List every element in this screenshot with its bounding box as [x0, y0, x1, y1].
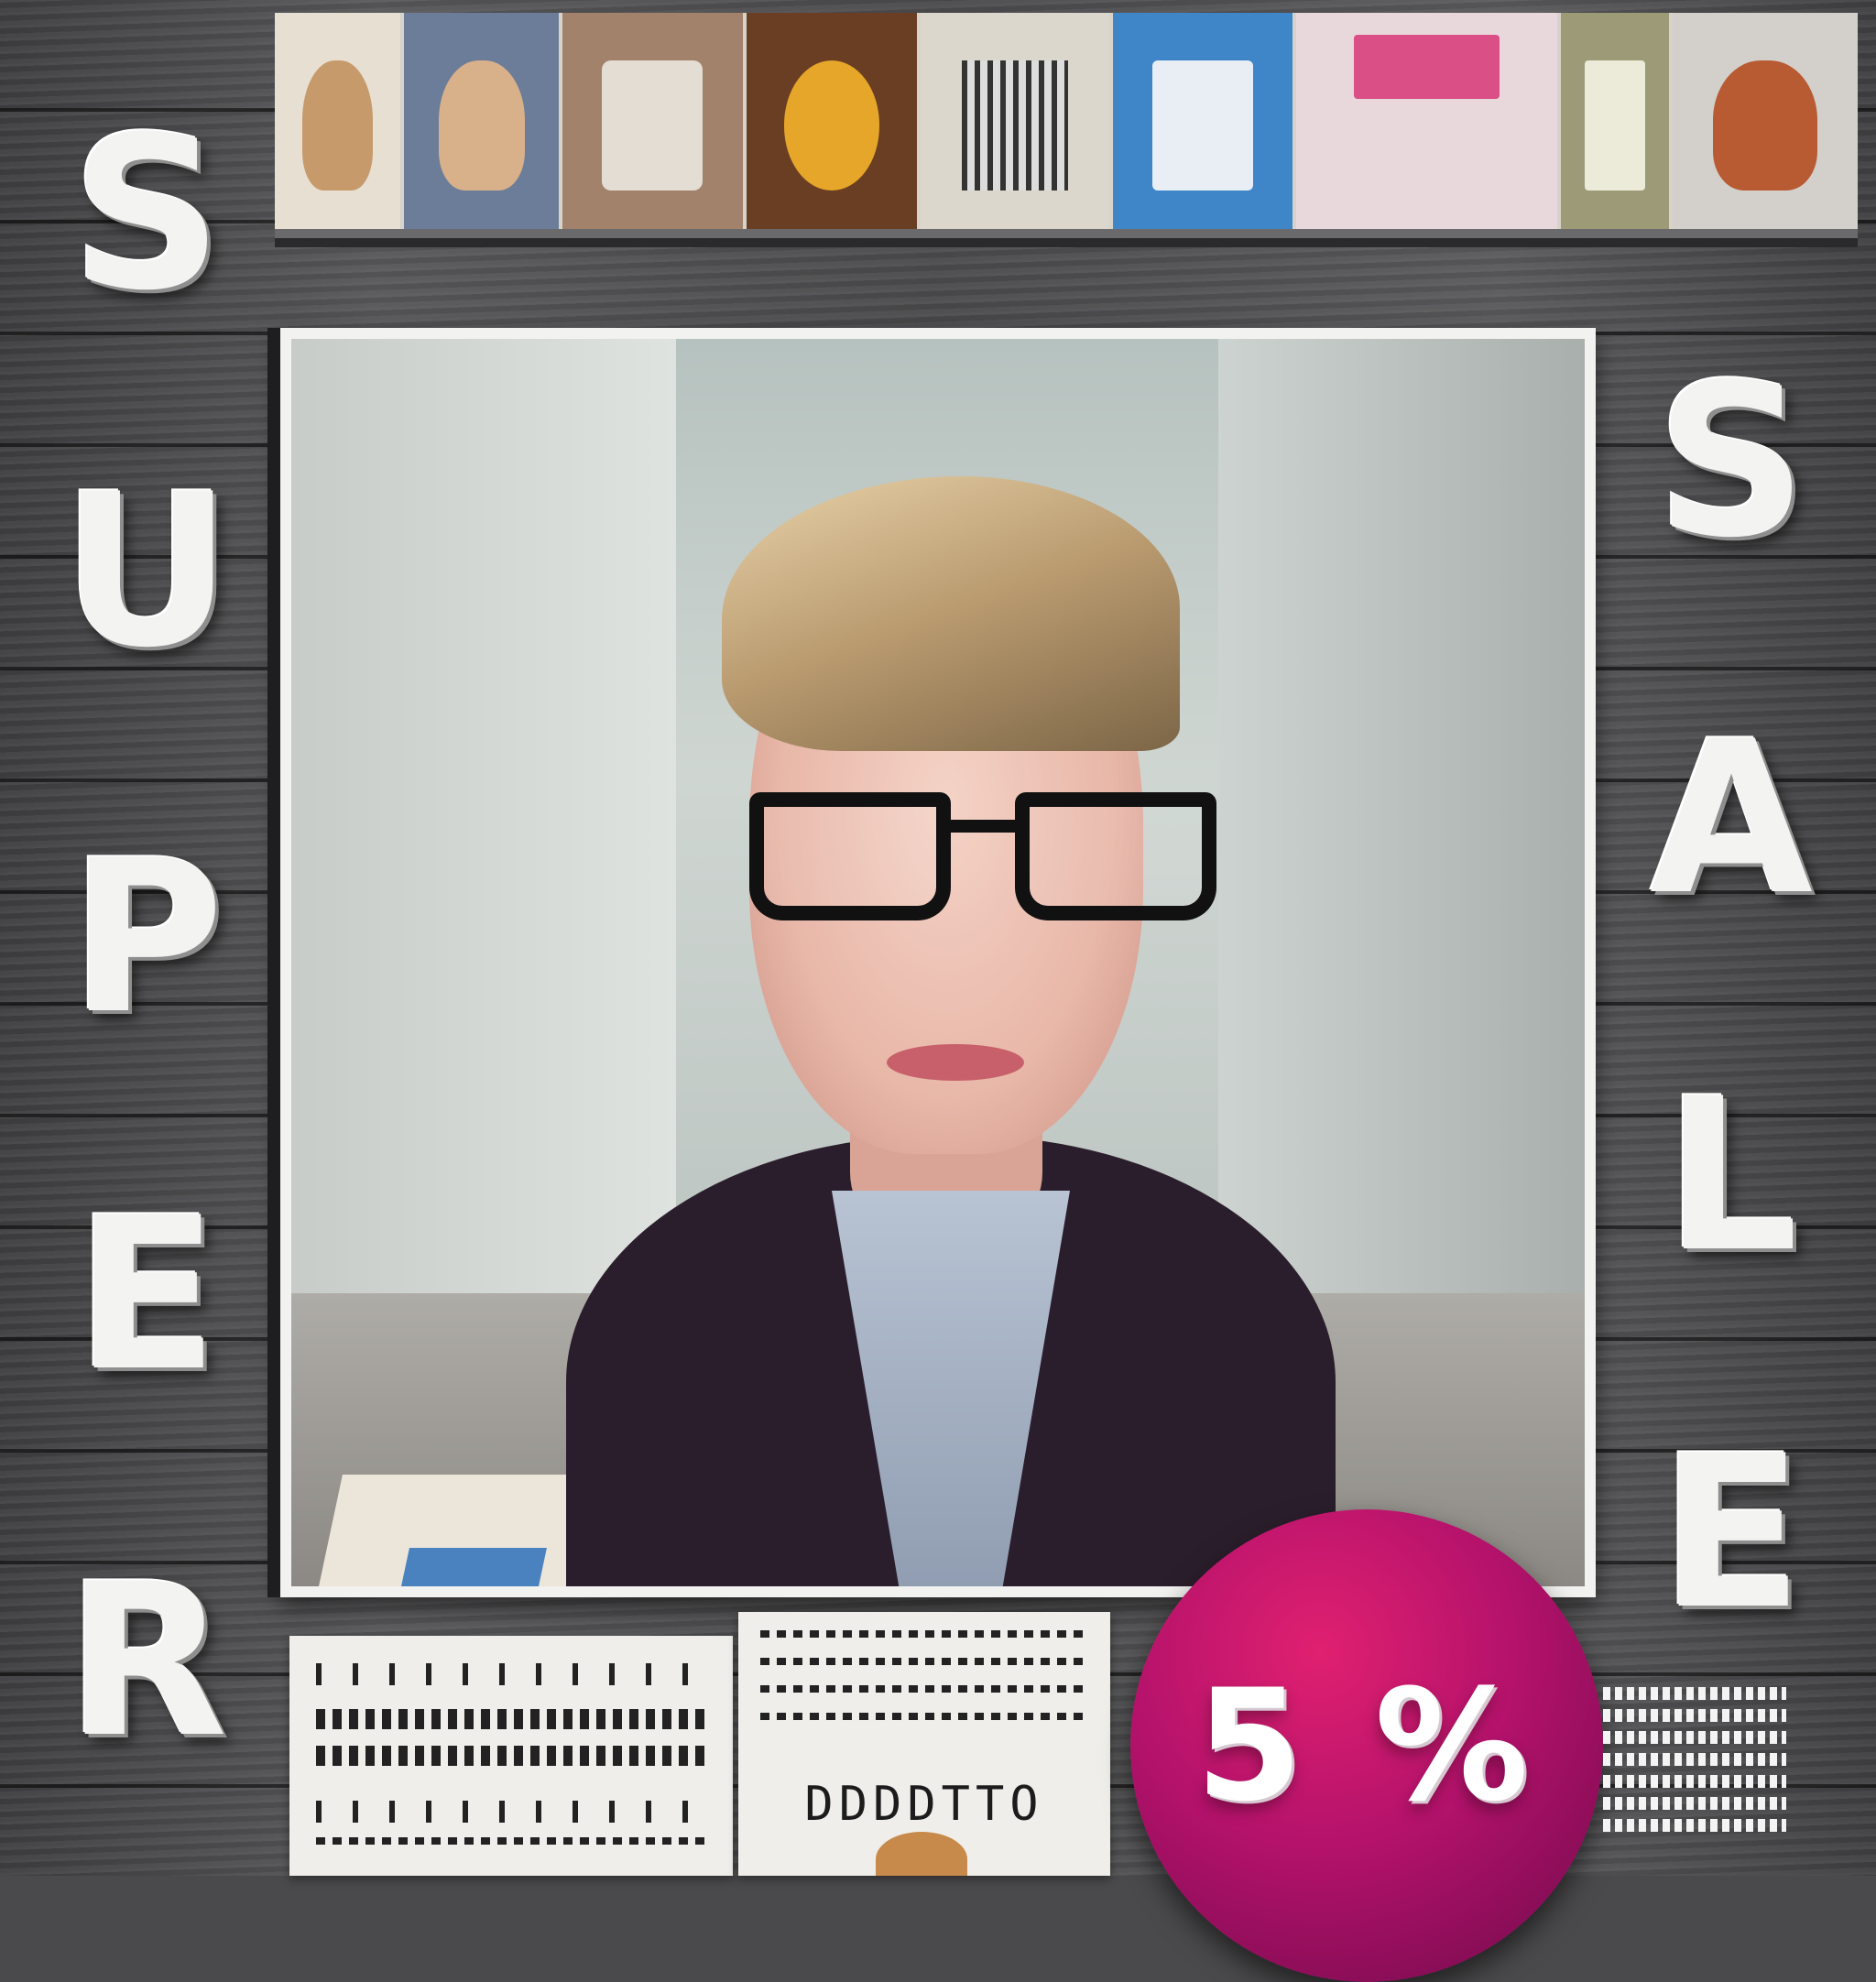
headline-letter-e2: E	[1659, 1411, 1804, 1656]
fine-print	[1603, 1678, 1786, 1876]
thumb-box-display	[746, 13, 921, 229]
portrait-photo	[280, 328, 1596, 1597]
thumb-figures-2	[404, 13, 563, 229]
glasses	[749, 792, 1244, 920]
top-thumbnail-strip	[275, 13, 1858, 238]
headline-letter-e: E	[74, 1173, 219, 1418]
thumb-pink-shop	[1296, 13, 1562, 229]
newspaper-clipping-2: DDDDTTO	[738, 1612, 1110, 1876]
headline-letter-r: R	[65, 1540, 228, 1784]
headline-letter-s: S	[71, 93, 223, 337]
headline-letter-s2: S	[1655, 340, 1807, 584]
thumb-kiosk	[1561, 13, 1673, 229]
headline-letter-a: A	[1649, 697, 1813, 942]
newspaper-clipping-1	[289, 1636, 733, 1876]
thumb-figures-1	[275, 13, 405, 229]
thumb-newspaper	[921, 13, 1114, 229]
thumb-shop-window	[562, 13, 747, 229]
headline-letter-p: P	[69, 816, 224, 1061]
thumb-blue-storefront	[1113, 13, 1297, 229]
thumb-arch-sculpture	[1672, 13, 1858, 229]
headline-letter-u: U	[60, 450, 233, 694]
headline-letter-l: L	[1663, 1054, 1799, 1299]
person-hair	[722, 476, 1180, 751]
paper-caption: DDDDTTO	[804, 1777, 1044, 1832]
discount-badge: 5 %	[1130, 1509, 1603, 1982]
discount-text: 5 %	[1195, 1656, 1538, 1835]
